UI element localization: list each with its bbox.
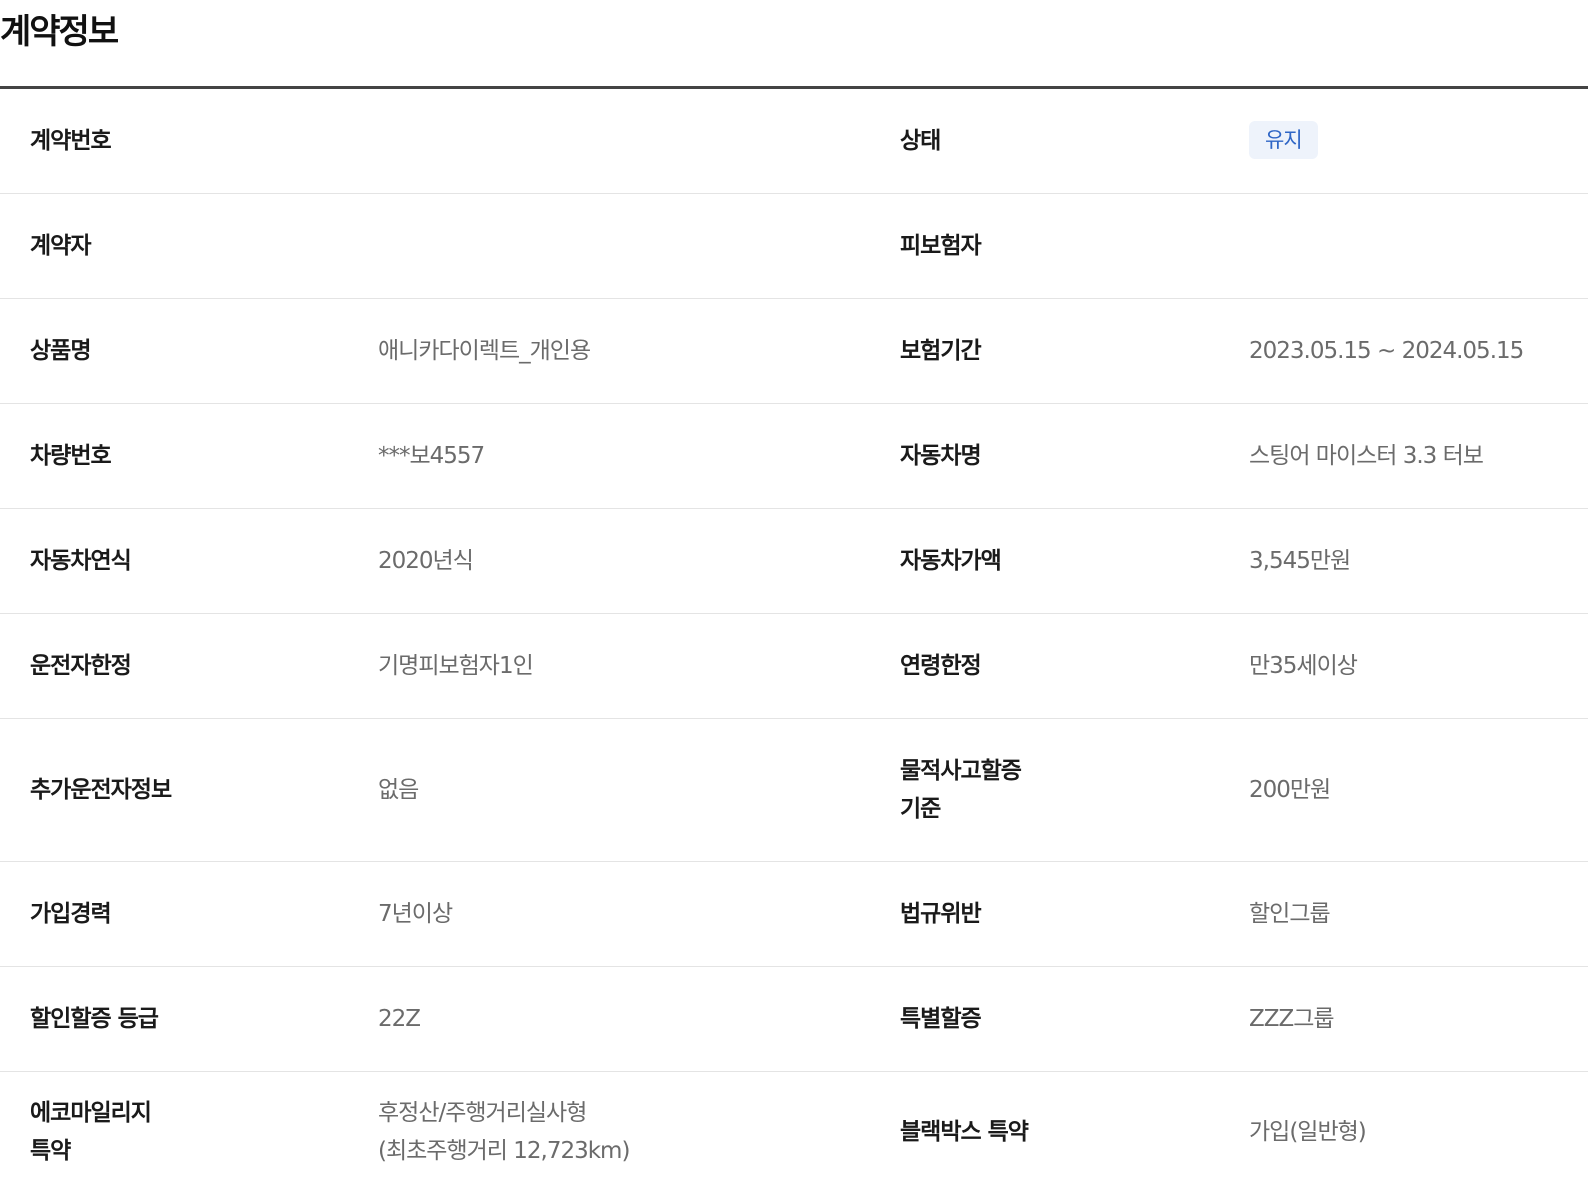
table-row-vehicle: 차량번호 ***보4557 자동차명 스팅어 마이스터 3.3 터보 <box>0 404 1588 509</box>
value-blackbox: 가입(일반형) <box>1249 1119 1367 1145</box>
value-special-surcharge: ZZZ그룹 <box>1249 1006 1335 1032</box>
value-eco-mileage: 후정산/주행거리실사형 (최초주행거리 12,723km) <box>378 1100 630 1164</box>
table-row-product: 상품명 애니카다이렉트_개인용 보험기간 2023.05.15 ~ 2024.0… <box>0 299 1588 404</box>
label-insured: 피보험자 <box>900 233 982 259</box>
table-row-subscription-history: 가입경력 7년이상 법규위반 할인그룹 <box>0 862 1588 967</box>
label-product-name: 상품명 <box>30 338 91 364</box>
table-row-driver-limit: 운전자한정 기명피보험자1인 연령한정 만35세이상 <box>0 614 1588 719</box>
table-row-contractor: 계약자 피보험자 <box>0 194 1588 299</box>
value-driver-limit: 기명피보험자1인 <box>378 653 534 679</box>
value-vehicle-number: ***보4557 <box>378 443 485 469</box>
label-subscription-history: 가입경력 <box>30 901 112 927</box>
value-discount-grade: 22Z <box>378 1006 421 1032</box>
label-additional-driver: 추가운전자정보 <box>30 777 172 803</box>
label-car-value: 자동차가액 <box>900 548 1002 574</box>
value-product-name: 애니카다이렉트_개인용 <box>378 338 591 364</box>
value-law-violation: 할인그룹 <box>1249 901 1331 927</box>
label-car-year: 자동차연식 <box>30 548 132 574</box>
status-cell: 유지 <box>1249 121 1588 161</box>
label-contract-number: 계약번호 <box>30 128 112 154</box>
value-subscription-history: 7년이상 <box>378 901 453 927</box>
label-driver-limit: 운전자한정 <box>30 653 132 679</box>
value-car-value: 3,545만원 <box>1249 548 1351 574</box>
label-car-name: 자동차명 <box>900 443 982 469</box>
contract-info-page: 계약정보 계약번호 상태 유지 계약자 피보험자 상품명 애니카다이렉트_개인용… <box>0 0 1588 1189</box>
value-car-year: 2020년식 <box>378 548 474 574</box>
value-age-limit: 만35세이상 <box>1249 653 1358 679</box>
status-badge: 유지 <box>1249 121 1318 159</box>
label-eco-mileage: 에코마일리지 특약 <box>30 1100 152 1164</box>
page-title: 계약정보 <box>0 12 119 52</box>
label-law-violation: 법규위반 <box>900 901 982 927</box>
label-vehicle-number: 차량번호 <box>30 443 112 469</box>
table-row-discount-grade: 할인할증 등급 22Z 특별할증 ZZZ그룹 <box>0 967 1588 1072</box>
value-insurance-period: 2023.05.15 ~ 2024.05.15 <box>1249 338 1524 364</box>
table-row-contract-number: 계약번호 상태 유지 <box>0 89 1588 194</box>
table-row-eco-mileage: 에코마일리지 특약 후정산/주행거리실사형 (최초주행거리 12,723km) … <box>0 1072 1588 1189</box>
label-discount-grade: 할인할증 등급 <box>30 1006 159 1032</box>
label-special-surcharge: 특별할증 <box>900 1006 982 1032</box>
contract-info-table: 계약번호 상태 유지 계약자 피보험자 상품명 애니카다이렉트_개인용 보험기간… <box>0 89 1588 1189</box>
label-property-accident-surcharge: 물적사고할증 기준 <box>900 758 1022 822</box>
table-row-car-year: 자동차연식 2020년식 자동차가액 3,545만원 <box>0 509 1588 614</box>
table-row-additional-driver: 추가운전자정보 없음 물적사고할증 기준 200만원 <box>0 719 1588 862</box>
label-status: 상태 <box>900 128 941 154</box>
label-blackbox: 블랙박스 특약 <box>900 1119 1029 1145</box>
value-car-name: 스팅어 마이스터 3.3 터보 <box>1249 443 1484 469</box>
label-contractor: 계약자 <box>30 233 91 259</box>
value-additional-driver: 없음 <box>378 777 419 803</box>
label-insurance-period: 보험기간 <box>900 338 982 364</box>
label-age-limit: 연령한정 <box>900 653 982 679</box>
value-property-accident-surcharge: 200만원 <box>1249 777 1331 803</box>
